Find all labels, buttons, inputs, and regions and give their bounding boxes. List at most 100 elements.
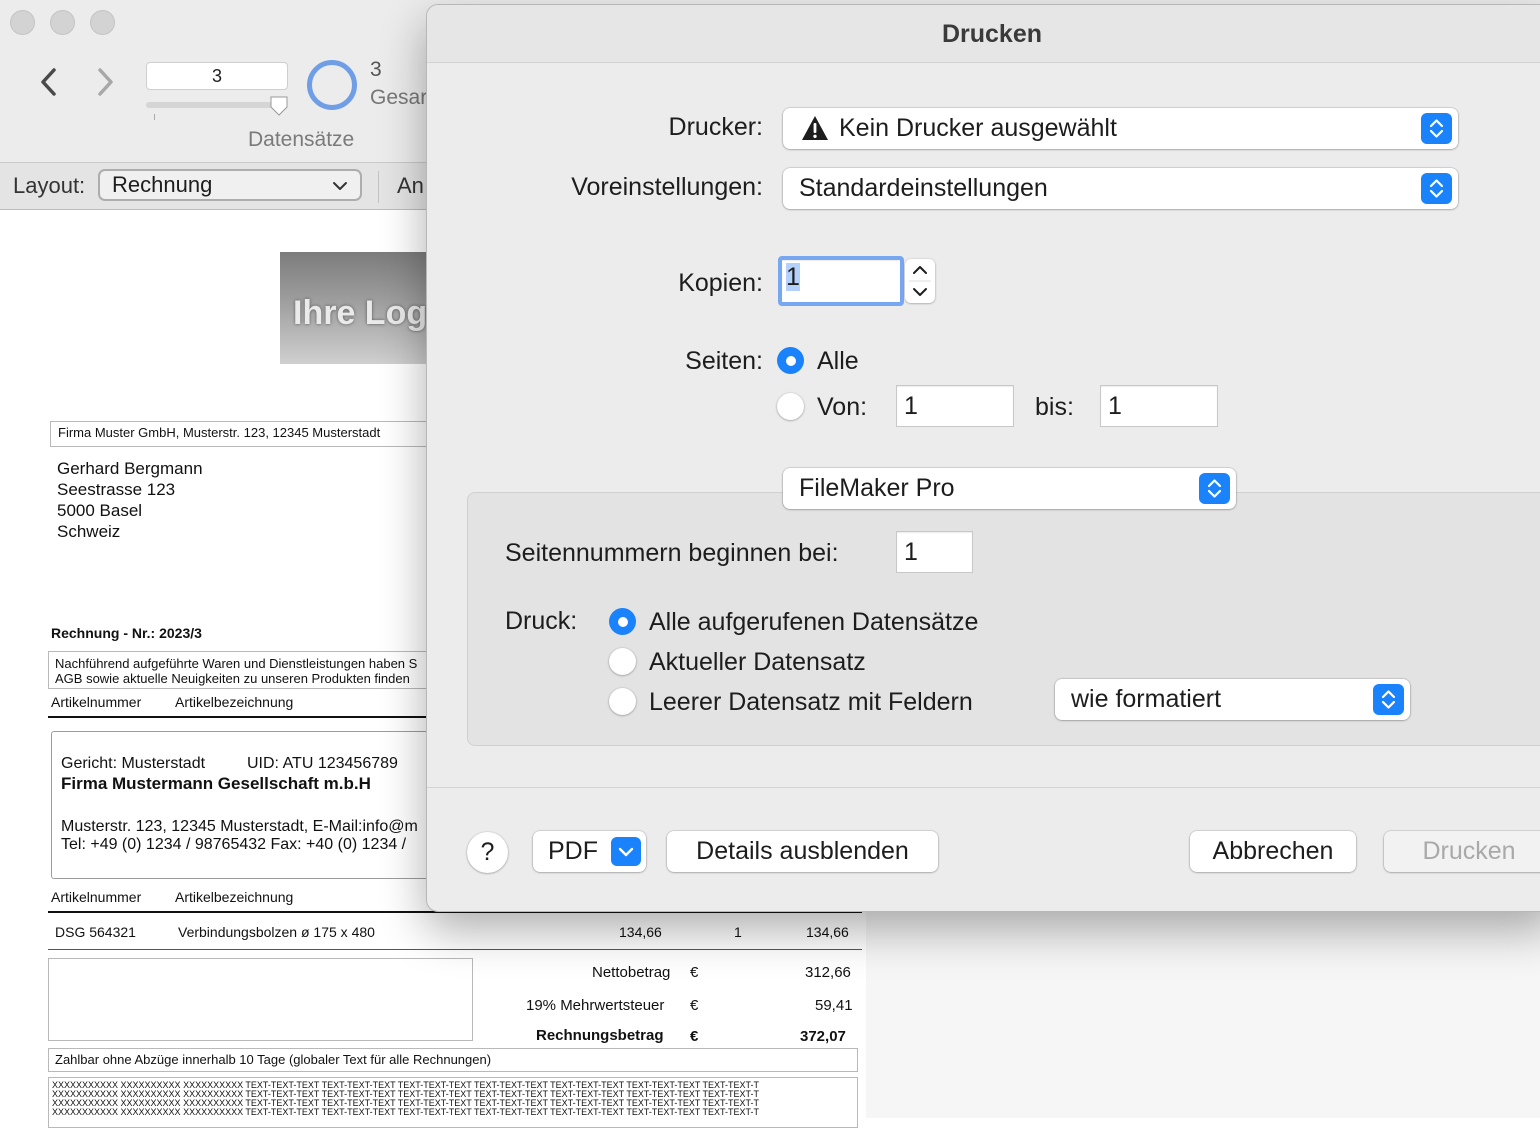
found-set-ring-icon	[307, 60, 357, 110]
printer-popup[interactable]: Kein Drucker ausgewählt	[783, 108, 1458, 149]
print-button[interactable]: Drucken	[1384, 831, 1540, 872]
footer-phone: Tel: +49 (0) 1234 / 98765432 Fax: +40 (0…	[61, 836, 407, 853]
print-blank-record-radio[interactable]	[609, 688, 636, 715]
hide-details-button[interactable]: Details ausblenden	[667, 831, 938, 872]
column-header-description-2: Artikelbezeichnung	[175, 889, 294, 905]
vat-label: 19% Mehrwertsteuer	[526, 997, 665, 1014]
record-slider[interactable]	[146, 102, 284, 108]
pdf-menu-button[interactable]: PDF	[533, 831, 646, 872]
stepper-arrows-icon	[909, 266, 931, 296]
line-item-unit-price: 134,66	[619, 924, 662, 940]
line-item-total: 134,66	[806, 924, 849, 940]
layout-bar-truncated-item[interactable]: An	[397, 173, 424, 199]
pages-range-radio[interactable]	[777, 393, 804, 420]
previous-record-icon[interactable]	[30, 62, 70, 102]
chevron-down-icon	[611, 837, 641, 866]
copies-value: 1	[786, 263, 800, 291]
layout-label: Layout:	[13, 173, 86, 198]
printer-label: Drucker:	[668, 113, 763, 141]
vat-currency: €	[690, 997, 699, 1014]
section-popup-value: FileMaker Pro	[799, 474, 955, 502]
copies-field[interactable]: 1	[778, 256, 904, 306]
intro-line-2: AGB sowie aktuelle Neuigkeiten zu unsere…	[55, 671, 410, 686]
line-item-number: DSG 564321	[55, 924, 136, 940]
updown-chevron-icon	[1373, 684, 1404, 715]
layout-separator	[378, 171, 379, 203]
gross-currency: €	[690, 1028, 699, 1045]
blank-format-popup[interactable]: wie formatiert	[1055, 679, 1410, 720]
found-label: Gesar	[370, 86, 428, 109]
records-label: Datensätze	[248, 128, 355, 151]
net-currency: €	[690, 964, 699, 981]
updown-chevron-icon	[1421, 173, 1452, 204]
pages-from-label: Von:	[817, 393, 868, 421]
company-footer-box	[51, 731, 451, 879]
dialog-title: Drucken	[427, 5, 1540, 63]
updown-chevron-icon	[1199, 473, 1230, 504]
recipient-street: Seestrasse 123	[57, 480, 176, 499]
recipient-country: Schweiz	[57, 522, 121, 541]
print-all-records-radio[interactable]	[609, 608, 636, 635]
presets-popup[interactable]: Standardeinstellungen	[783, 168, 1458, 209]
next-record-icon[interactable]	[86, 62, 126, 102]
print-scope-label: Druck:	[505, 607, 578, 635]
printer-value: Kein Drucker ausgewählt	[839, 114, 1117, 142]
pages-from-field[interactable]: 1	[896, 385, 1014, 427]
copies-stepper[interactable]	[905, 259, 935, 303]
recipient-name: Gerhard Bergmann	[57, 459, 203, 478]
recipient-city: 5000 Basel	[57, 501, 143, 520]
chevron-down-icon	[333, 182, 347, 190]
filler-row-4: XXXXXXXXXXX XXXXXXXXXX XXXXXXXXXX TEXT-T…	[52, 1107, 760, 1117]
column-header-number: Artikelnummer	[51, 694, 142, 710]
print-current-record-radio[interactable]	[609, 648, 636, 675]
record-slider-knob[interactable]	[270, 96, 288, 116]
presets-label: Voreinstellungen:	[571, 173, 763, 201]
pdf-label: PDF	[548, 837, 598, 865]
sender-line: Firma Muster GmbH, Musterstr. 123, 12345…	[58, 425, 381, 440]
cancel-button[interactable]: Abbrechen	[1190, 831, 1356, 872]
invoice-title: Rechnung - Nr.: 2023/3	[51, 625, 202, 641]
presets-value: Standardeinstellungen	[799, 174, 1048, 202]
layout-select-value: Rechnung	[112, 172, 213, 197]
pages-label: Seiten:	[685, 347, 763, 375]
current-record-field[interactable]: 3	[146, 62, 288, 90]
found-count: 3	[370, 58, 382, 81]
pages-all-radio[interactable]	[777, 347, 804, 374]
line-item-description: Verbindungsbolzen ø 175 x 480	[178, 924, 375, 940]
page-number-start-label: Seitennummern beginnen bei:	[505, 539, 839, 567]
footer-company: Firma Mustermann Gesellschaft m.b.H	[61, 774, 371, 793]
print-dialog: Drucken Drucker: Kein Drucker ausgewählt…	[426, 4, 1540, 912]
warning-icon	[802, 116, 828, 140]
pages-to-label: bis:	[1035, 393, 1074, 421]
recipient-address: Gerhard Bergmann Seestrasse 123 5000 Bas…	[57, 458, 203, 542]
logo-placeholder: Ihre Log	[280, 252, 430, 364]
help-button[interactable]: ?	[467, 832, 508, 873]
bottom-separator	[427, 787, 1540, 788]
slider-tick	[154, 114, 155, 120]
net-label: Nettobetrag	[592, 964, 671, 981]
intro-line-1: Nachführend aufgeführte Waren und Dienst…	[55, 656, 418, 671]
print-current-record-label: Aktueller Datensatz	[649, 648, 866, 676]
column-header-description: Artikelbezeichnung	[175, 694, 294, 710]
blank-format-value: wie formatiert	[1071, 685, 1222, 713]
line-item-quantity: 1	[734, 924, 742, 940]
copies-label: Kopien:	[678, 269, 763, 297]
footer-court: Gericht: Musterstadt	[61, 755, 206, 772]
updown-chevron-icon	[1421, 113, 1452, 144]
gross-value: 372,07	[800, 1028, 846, 1045]
gross-label: Rechnungsbetrag	[536, 1027, 664, 1044]
line-item-rule	[48, 949, 862, 950]
print-blank-record-label: Leerer Datensatz mit Feldern	[649, 688, 973, 716]
print-all-records-label: Alle aufgerufenen Datensätze	[649, 608, 979, 636]
layout-select[interactable]: Rechnung	[98, 169, 362, 201]
vat-value: 59,41	[815, 997, 853, 1014]
minimize-window-button[interactable]	[50, 10, 75, 35]
close-window-button[interactable]	[10, 10, 35, 35]
net-value: 312,66	[805, 964, 851, 981]
footer-uid: UID: ATU 123456789	[247, 755, 398, 772]
page-number-start-field[interactable]: 1	[896, 531, 973, 573]
section-popup[interactable]: FileMaker Pro	[783, 468, 1236, 509]
pages-to-field[interactable]: 1	[1100, 385, 1218, 427]
header-rule	[48, 716, 440, 718]
zoom-window-button[interactable]	[90, 10, 115, 35]
